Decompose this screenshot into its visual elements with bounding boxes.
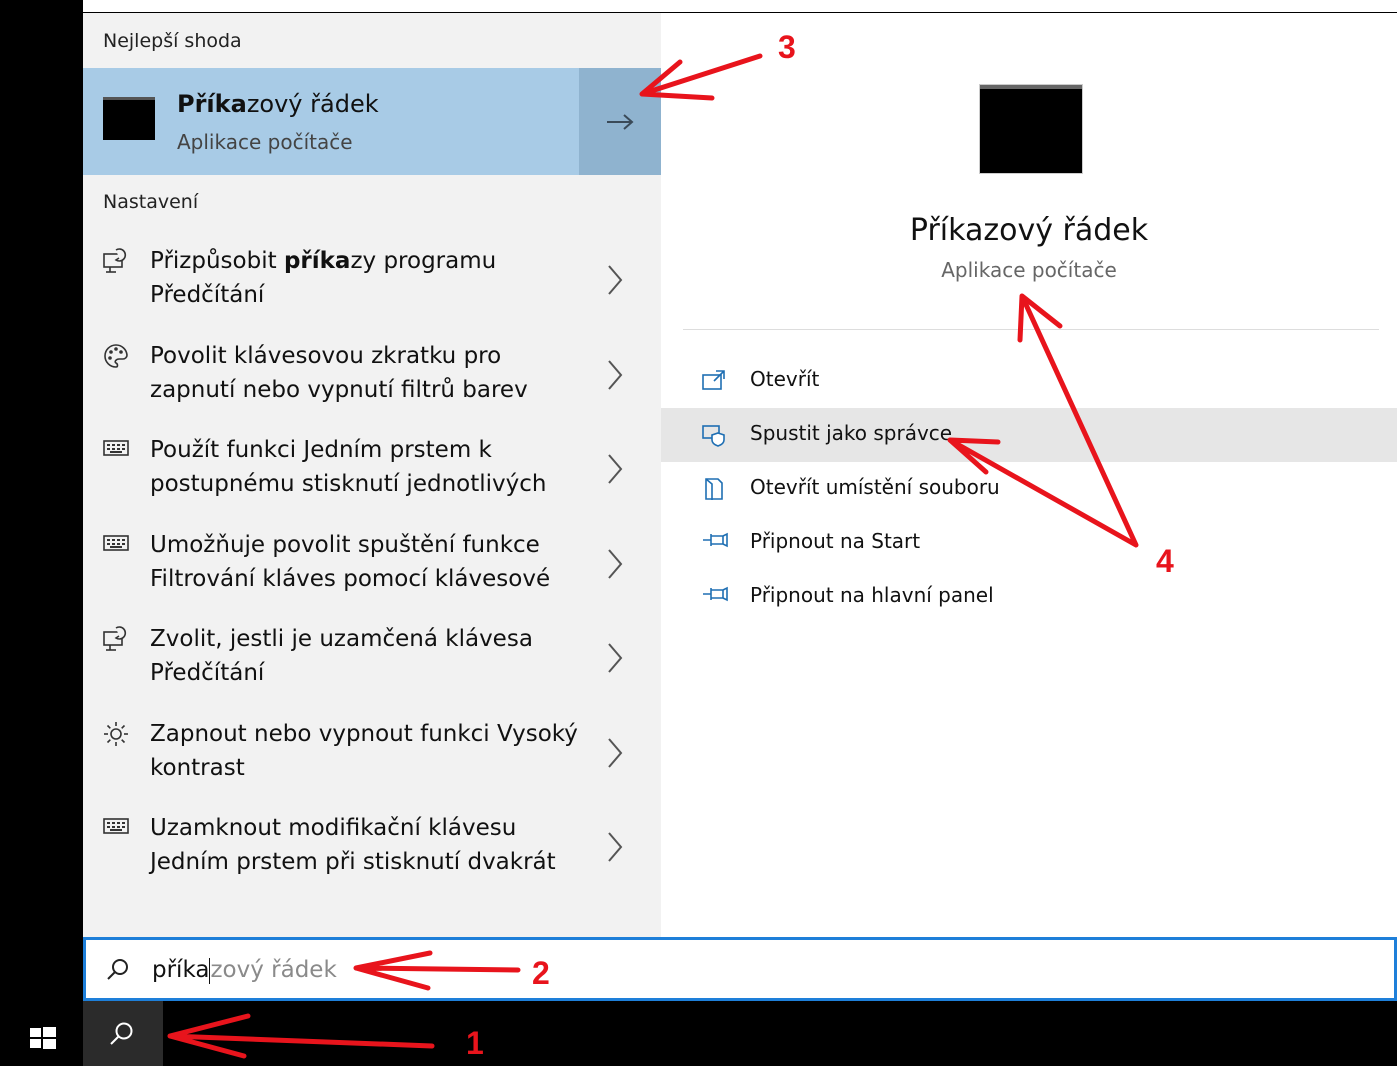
palette-icon	[101, 343, 131, 373]
search-typed-text: příka	[152, 957, 210, 983]
taskbar-search-button[interactable]	[83, 1001, 163, 1066]
best-match-title-bold: Příka	[177, 90, 247, 118]
settings-result-label: Přizpůsobit příkazy programu Předčítání	[150, 244, 590, 312]
results-panel: Nejlepší shoda Příkazový řádek Aplikace …	[83, 13, 661, 938]
settings-result-line2: kontrast	[150, 754, 245, 781]
chevron-right-icon[interactable]	[605, 640, 635, 680]
best-match-title-rest: zový řádek	[246, 90, 379, 118]
search-box[interactable]: příkazový řádek	[83, 937, 1397, 1001]
best-match-heading: Nejlepší shoda	[103, 30, 242, 52]
chevron-right-icon[interactable]	[605, 829, 635, 869]
settings-result-line2: Jedním prstem při stisknutí dvakrát	[150, 849, 556, 875]
arrow-right-icon	[607, 113, 634, 130]
details-action-item[interactable]: Připnout na Start	[661, 516, 1397, 570]
label-part: Zvolit, jestli je uzamčená klávesa	[150, 626, 533, 652]
settings-result-label: Zvolit, jestli je uzamčená klávesa Předčí…	[150, 622, 590, 690]
chevron-right-icon[interactable]	[605, 262, 635, 302]
details-action-label: Připnout na hlavní panel	[750, 583, 994, 607]
best-match-result[interactable]: Příkazový řádek Aplikace počítače	[83, 68, 661, 175]
settings-result-item[interactable]: Umožňuje povolit spuštění funkce Filtrová…	[83, 522, 661, 616]
settings-result-line1: Přizpůsobit příkazy programu	[150, 244, 590, 278]
settings-result-item[interactable]: Použít funkci Jedním prstem k postupnému …	[83, 427, 661, 521]
label-part: Uzamknout modifikační klávesu	[150, 815, 517, 841]
command-prompt-large-icon	[980, 85, 1082, 173]
keyboard-icon	[101, 532, 131, 562]
label-part: Zapnout nebo vypnout funkci Vysoký	[150, 720, 578, 747]
taskbar-search-icon	[110, 1022, 133, 1045]
settings-result-line2: zapnutí nebo vypnutí filtrů barev	[150, 376, 528, 403]
settings-result-line1: Uzamknout modifikační klávesu	[150, 811, 590, 845]
details-action-label: Připnout na Start	[750, 529, 921, 553]
search-suggestion-text: zový řádek	[210, 957, 337, 983]
settings-result-label: Zapnout nebo vypnout funkci Vysoký kontra…	[150, 717, 590, 785]
narrator-icon	[101, 626, 131, 656]
pin-icon	[701, 584, 728, 610]
settings-result-line2: postupnému stisknutí jednotlivých	[150, 471, 547, 497]
search-icon	[107, 959, 128, 980]
settings-heading: Nastavení	[103, 191, 199, 213]
chevron-right-icon[interactable]	[605, 546, 635, 586]
label-part: Použít funkci Jedním prstem k	[150, 437, 492, 463]
settings-result-label: Povolit klávesovou zkratku pro zapnutí ne…	[150, 339, 590, 407]
details-action-item[interactable]: Připnout na hlavní panel	[661, 570, 1397, 624]
narrator-icon	[101, 248, 131, 278]
details-panel: Příkazový řádek Aplikace počítače Otevří…	[661, 13, 1397, 938]
chevron-right-icon[interactable]	[605, 451, 635, 491]
details-action-item[interactable]: Otevřít umístění souboru	[661, 462, 1397, 516]
expand-details-button[interactable]	[579, 68, 661, 175]
details-divider	[683, 329, 1379, 330]
settings-result-line1: Umožňuje povolit spuštění funkce	[150, 528, 590, 562]
best-match-subtitle: Aplikace počítače	[177, 130, 353, 154]
keyboard-icon	[101, 815, 131, 845]
search-input[interactable]: příkazový řádek	[152, 957, 337, 984]
label-part: Umožňuje povolit spuštění funkce	[150, 531, 540, 558]
settings-result-item[interactable]: Přizpůsobit příkazy programu Předčítání	[83, 238, 661, 332]
details-action-label: Otevřít umístění souboru	[750, 475, 1000, 499]
chevron-right-icon[interactable]	[605, 735, 635, 775]
pin-icon	[701, 530, 728, 556]
settings-result-item[interactable]: Zvolit, jestli je uzamčená klávesa Předčí…	[83, 616, 661, 710]
keyboard-icon	[101, 437, 131, 467]
settings-result-line2: Předčítání	[150, 282, 265, 308]
details-action-label: Spustit jako správce	[750, 421, 953, 445]
settings-result-label: Umožňuje povolit spuštění funkce Filtrová…	[150, 528, 590, 596]
chevron-right-icon[interactable]	[605, 357, 635, 397]
label-part: Přizpůsobit	[150, 248, 284, 274]
label-match-bold: příka	[283, 248, 351, 274]
settings-result-label: Použít funkci Jedním prstem k postupnému …	[150, 433, 590, 501]
settings-result-item[interactable]: Povolit klávesovou zkratku pro zapnutí ne…	[83, 333, 661, 427]
details-subtitle: Aplikace počítače	[941, 258, 1117, 282]
label-part: Povolit klávesovou zkratku pro	[150, 342, 502, 369]
command-prompt-icon	[103, 97, 155, 140]
settings-result-line1: Zvolit, jestli je uzamčená klávesa	[150, 622, 590, 656]
windows-start-icon[interactable]	[30, 1027, 56, 1049]
open-icon	[701, 368, 727, 394]
settings-result-line1: Použít funkci Jedním prstem k	[150, 433, 590, 467]
start-menu-sidebar	[0, 0, 83, 1066]
details-action-item[interactable]: Otevřít	[661, 354, 1397, 408]
admin-shield-icon	[701, 422, 727, 448]
settings-result-line2: Předčítání	[150, 660, 265, 686]
details-action-label: Otevřít	[750, 367, 820, 391]
settings-result-item[interactable]: Zapnout nebo vypnout funkci Vysoký kontra…	[83, 711, 661, 805]
settings-result-line1: Povolit klávesovou zkratku pro	[150, 339, 590, 373]
file-location-icon	[701, 476, 727, 502]
brightness-icon	[101, 721, 131, 751]
best-match-title: Příkazový řádek	[177, 90, 379, 118]
settings-result-item[interactable]: Uzamknout modifikační klávesu Jedním prst…	[83, 805, 661, 899]
taskbar	[0, 1001, 1397, 1066]
details-action-item[interactable]: Spustit jako správce	[661, 408, 1397, 462]
settings-result-line2: Filtrování kláves pomocí klávesové	[150, 565, 551, 592]
details-title: Příkazový řádek	[909, 213, 1149, 248]
settings-result-label: Uzamknout modifikační klávesu Jedním prst…	[150, 811, 590, 879]
label-part: zy programu	[350, 248, 497, 274]
settings-result-line1: Zapnout nebo vypnout funkci Vysoký	[150, 717, 590, 751]
